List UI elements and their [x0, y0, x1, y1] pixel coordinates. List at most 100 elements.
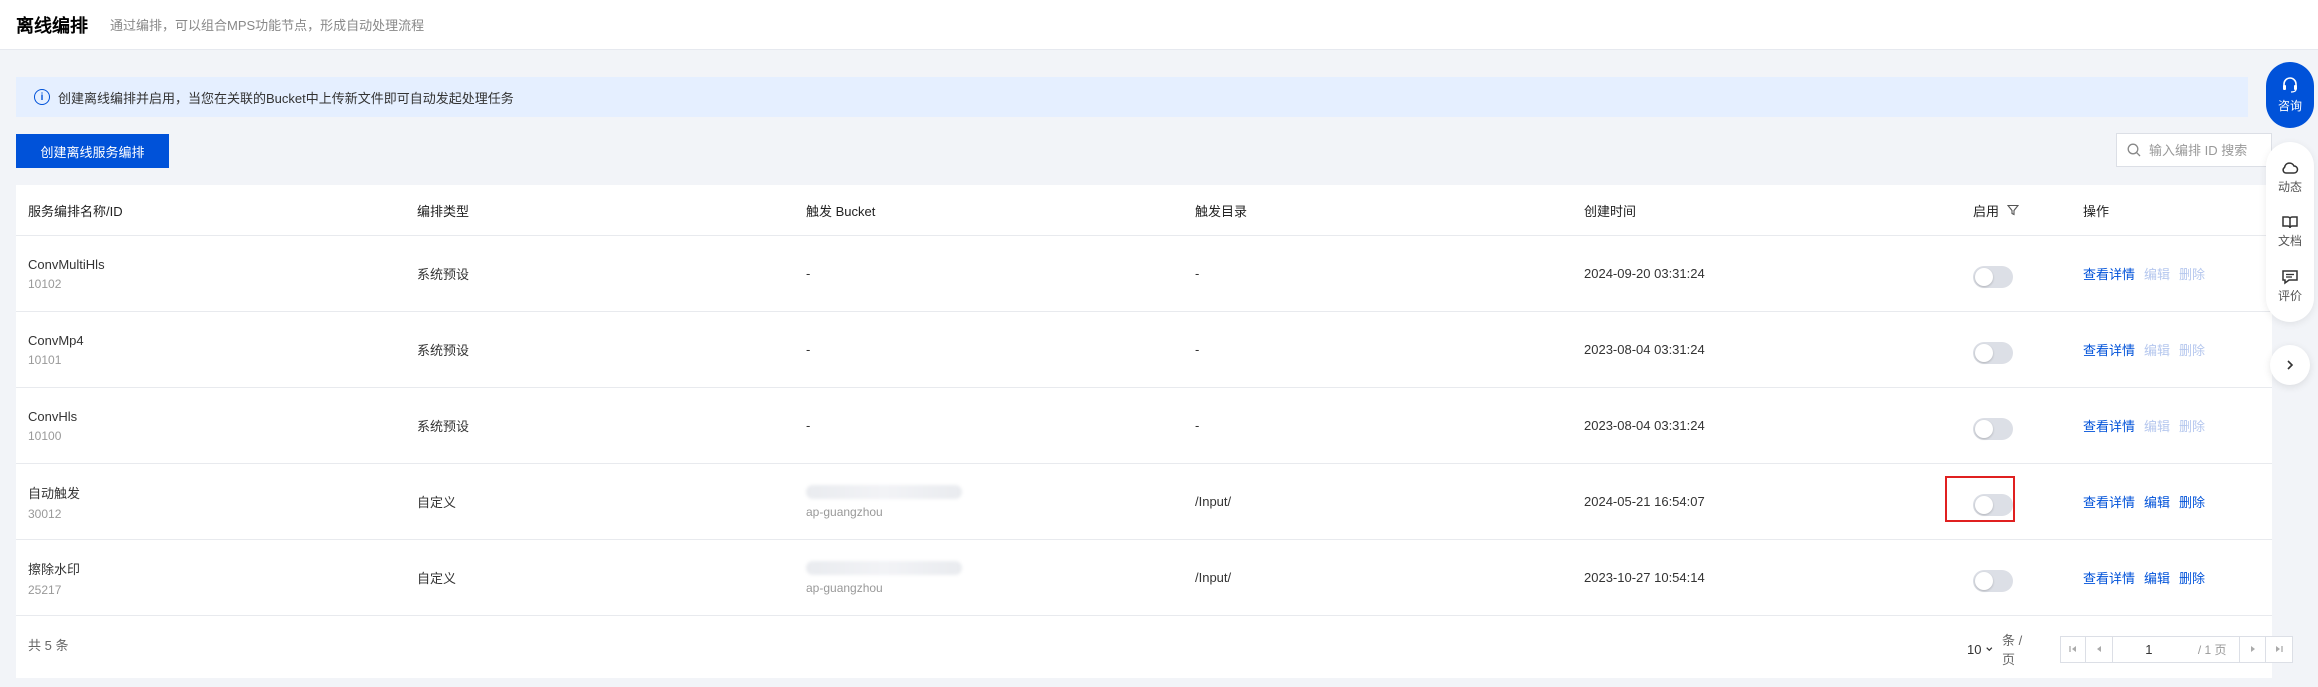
row-directory: -	[1195, 418, 1200, 433]
chevron-down-icon	[1986, 647, 1993, 652]
search-icon	[2127, 143, 2141, 157]
view-details-link[interactable]: 查看详情	[2083, 340, 2135, 359]
table-row: 自动触发 30012 自定义 ap-guangzhou /Input/ 2024…	[16, 464, 2272, 540]
info-icon: i	[34, 89, 50, 105]
column-header-name: 服务编排名称/ID	[28, 203, 123, 219]
row-created: 2023-10-27 10:54:14	[1584, 570, 1705, 585]
search-box[interactable]	[2116, 133, 2272, 167]
row-type: 自定义	[417, 571, 457, 586]
prev-page-button[interactable]	[2086, 635, 2113, 663]
chevron-right-icon	[2287, 360, 2294, 370]
column-header-actions: 操作	[2083, 203, 2110, 219]
table-row: ConvHls 10100 系统预设 - - 2023-08-04 03:31:…	[16, 388, 2272, 464]
row-created: 2023-08-04 03:31:24	[1584, 418, 1705, 433]
first-page-icon	[2069, 646, 2077, 652]
row-name: ConvMultiHls	[28, 256, 105, 272]
edit-link: 编辑	[2144, 419, 2171, 434]
bucket-region: ap-guangzhou	[806, 580, 883, 595]
row-directory: /Input/	[1195, 570, 1232, 585]
column-header-enabled: 启用	[1961, 185, 2071, 235]
row-created: 2024-09-20 03:31:24	[1584, 266, 1705, 281]
last-page-button[interactable]	[2266, 635, 2293, 663]
cloud-icon	[2282, 162, 2299, 174]
delete-link: 删除	[2179, 419, 2206, 434]
float-item-feedback[interactable]: 评价	[2278, 269, 2302, 304]
column-header-created: 创建时间	[1584, 203, 1637, 219]
expand-panel-button[interactable]	[2270, 345, 2310, 385]
row-id: 25217	[28, 582, 62, 597]
notice-text: 创建离线编排并启用，当您在关联的Bucket中上传新文件即可自动发起处理任务	[58, 90, 514, 106]
edit-link[interactable]: 编辑	[2144, 568, 2170, 587]
page-number-input[interactable]	[2112, 635, 2185, 663]
total-count: 共 5 条	[28, 637, 69, 653]
row-name: 擦除水印	[28, 561, 81, 577]
row-name: 自动触发	[28, 485, 81, 501]
table-header: 服务编排名称/ID 编排类型 触发 Bucket 触发目录 创建时间 启用 操作	[16, 185, 2272, 236]
row-name: ConvHls	[28, 408, 78, 424]
info-notice: i 创建离线编排并启用，当您在关联的Bucket中上传新文件即可自动发起处理任务	[16, 77, 2248, 117]
page-subtitle: 通过编排，可以组合MPS功能节点，形成自动处理流程	[110, 18, 425, 33]
page-size-unit: 条 / 页	[2002, 633, 2023, 667]
enable-toggle[interactable]	[1973, 569, 2013, 592]
enable-toggle[interactable]	[1973, 341, 2013, 364]
column-header-directory: 触发目录	[1195, 203, 1248, 219]
page-size-select[interactable]: 10 条 / 页	[1967, 630, 2034, 668]
headset-icon	[2283, 77, 2297, 93]
row-directory: -	[1195, 266, 1200, 281]
row-id: 30012	[28, 506, 62, 521]
view-details-link[interactable]: 查看详情	[2083, 416, 2135, 435]
comment-icon	[2282, 270, 2298, 285]
row-id: 10102	[28, 276, 62, 291]
row-type: 自定义	[417, 495, 457, 510]
create-orchestration-button[interactable]: 创建离线服务编排	[16, 134, 169, 168]
book-icon	[2282, 216, 2298, 229]
prev-page-icon	[2097, 646, 2102, 652]
row-id: 10101	[28, 352, 62, 367]
orchestration-table: 服务编排名称/ID 编排类型 触发 Bucket 触发目录 创建时间 启用 操作…	[16, 185, 2293, 678]
row-type: 系统预设	[417, 343, 470, 358]
bucket-region: ap-guangzhou	[806, 504, 883, 519]
edit-link: 编辑	[2144, 267, 2171, 282]
page-title: 离线编排	[16, 15, 88, 36]
consult-label: 咨询	[2277, 99, 2302, 113]
column-header-type: 编排类型	[417, 203, 470, 219]
table-footer: 共 5 条 10 条 / 页 / 1 页	[16, 616, 2293, 672]
bucket-name-redacted	[806, 560, 962, 575]
delete-link: 删除	[2179, 267, 2206, 282]
total-pages: / 1 页	[2184, 635, 2240, 663]
view-details-link[interactable]: 查看详情	[2083, 568, 2135, 587]
enable-toggle[interactable]	[1973, 417, 2013, 440]
next-page-button[interactable]	[2239, 635, 2267, 663]
last-page-icon	[2275, 646, 2283, 652]
float-item-docs[interactable]: 文档	[2278, 214, 2302, 249]
float-panel: 动态 文档 评价	[2266, 142, 2314, 322]
enable-toggle[interactable]	[1973, 493, 2013, 516]
float-item-news[interactable]: 动态	[2278, 160, 2302, 195]
view-details-link[interactable]: 查看详情	[2083, 264, 2135, 283]
delete-link[interactable]: 删除	[2179, 492, 2205, 511]
row-created: 2024-05-21 16:54:07	[1584, 494, 1705, 509]
bucket-name-redacted	[806, 484, 962, 499]
pagination: 10 条 / 页 / 1 页	[1967, 630, 2293, 668]
page-header: 离线编排 通过编排，可以组合MPS功能节点，形成自动处理流程	[0, 0, 2318, 50]
edit-link[interactable]: 编辑	[2144, 492, 2170, 511]
delete-link[interactable]: 删除	[2179, 568, 2205, 587]
table-row: ConvMp4 10101 系统预设 - - 2023-08-04 03:31:…	[16, 312, 2272, 388]
filter-icon[interactable]	[2007, 204, 2020, 216]
row-bucket: -	[806, 342, 811, 357]
enable-toggle[interactable]	[1973, 265, 2013, 288]
table-row: 擦除水印 25217 自定义 ap-guangzhou /Input/ 2023…	[16, 540, 2272, 616]
row-bucket: -	[806, 418, 811, 433]
row-name: ConvMp4	[28, 332, 84, 348]
search-input[interactable]	[2149, 142, 2259, 158]
row-created: 2023-08-04 03:31:24	[1584, 342, 1705, 357]
first-page-button[interactable]	[2059, 635, 2087, 663]
delete-link: 删除	[2179, 343, 2206, 358]
next-page-icon	[2250, 646, 2255, 652]
row-directory: /Input/	[1195, 494, 1232, 509]
row-type: 系统预设	[417, 267, 470, 282]
row-id: 10100	[28, 428, 62, 443]
view-details-link[interactable]: 查看详情	[2083, 492, 2135, 511]
consult-button[interactable]: 咨询	[2266, 62, 2314, 128]
table-row: ConvMultiHls 10102 系统预设 - - 2024-09-20 0…	[16, 236, 2272, 312]
